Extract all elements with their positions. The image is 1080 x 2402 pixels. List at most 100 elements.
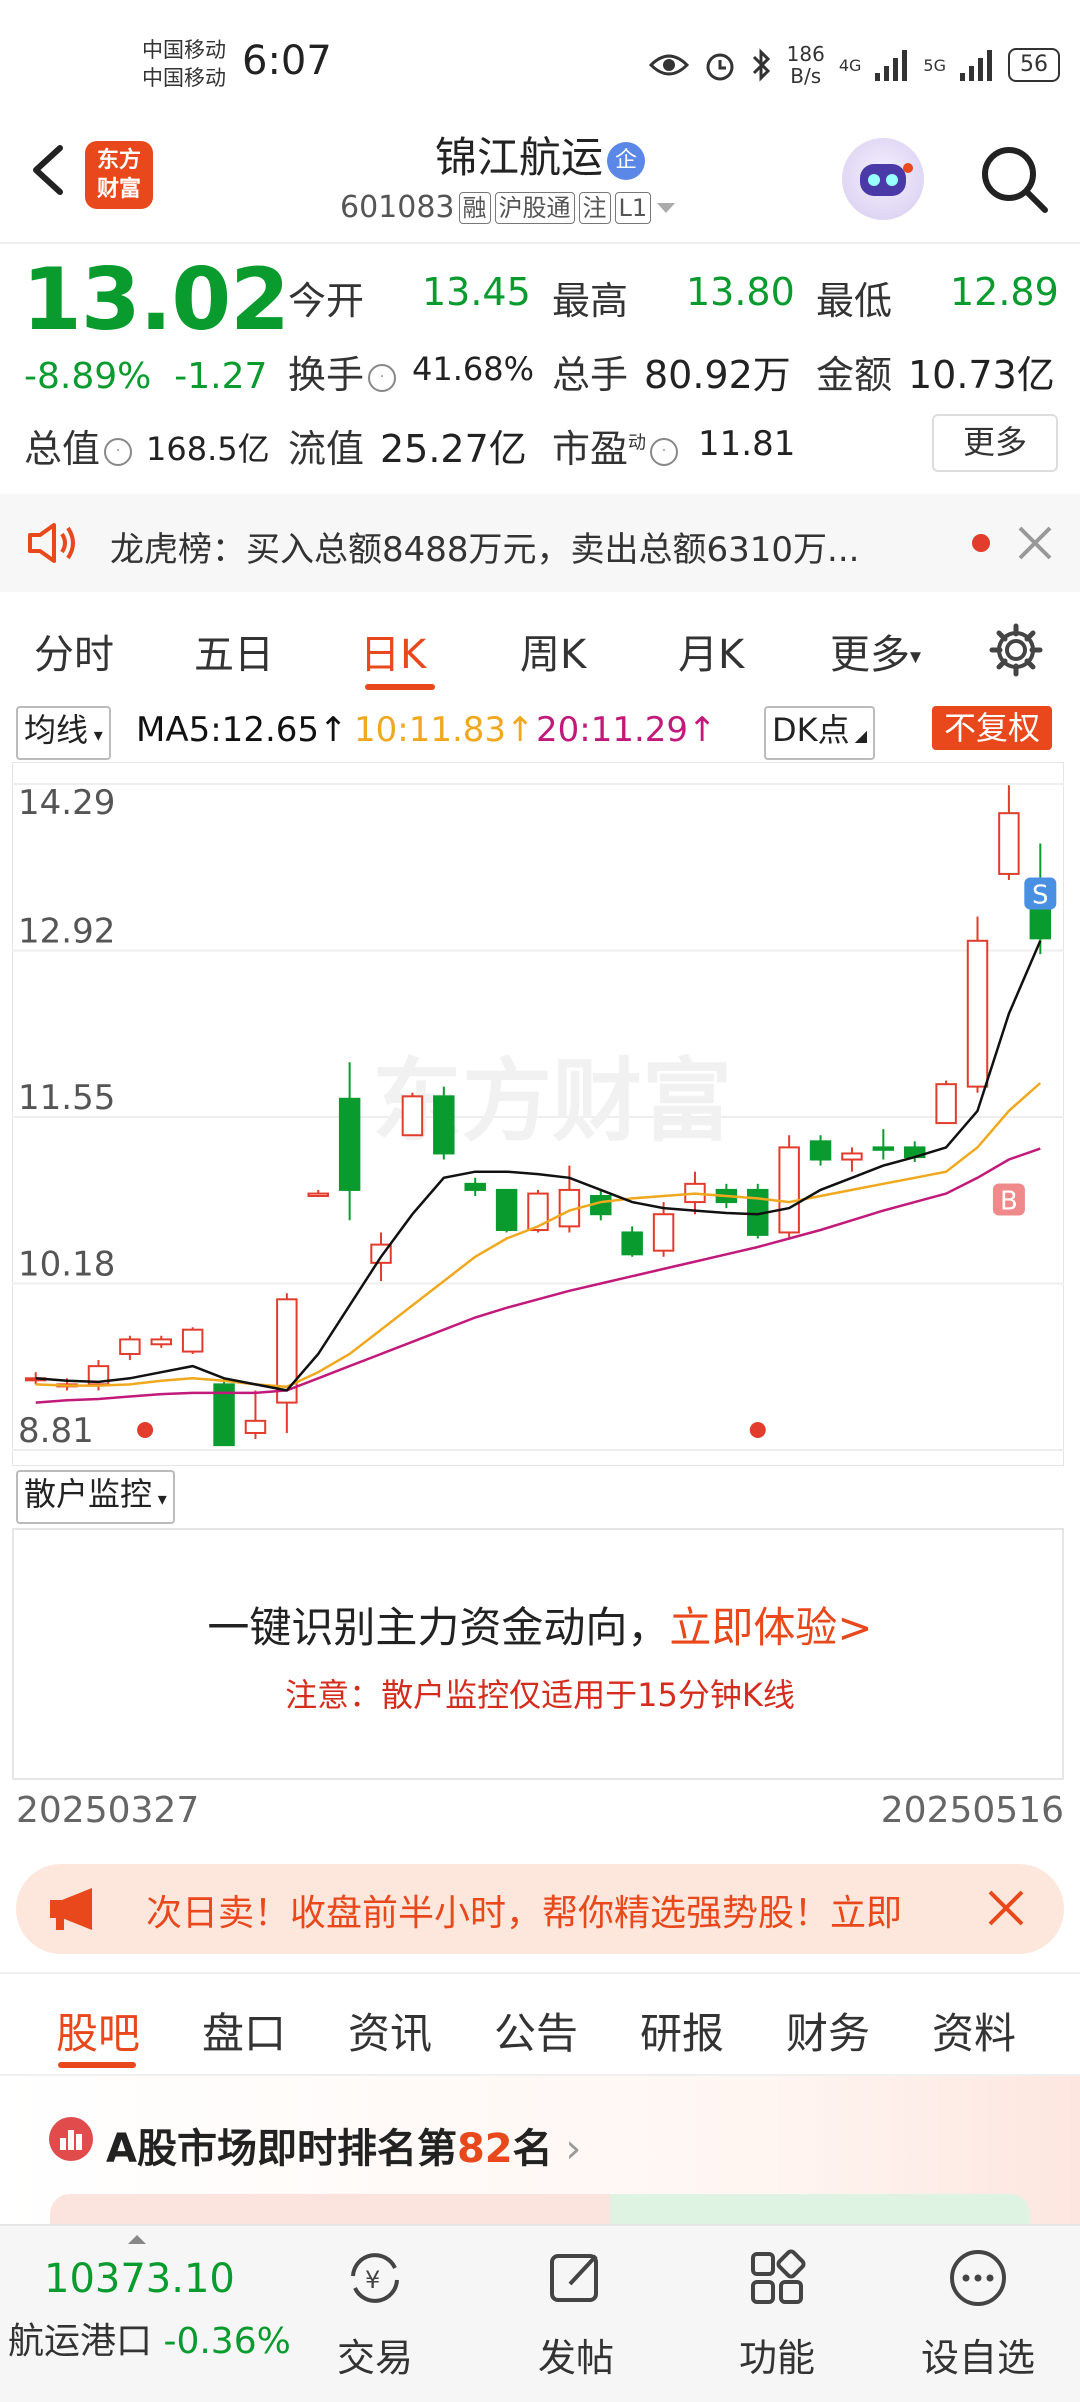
candle-body	[401, 1095, 424, 1137]
stock-code-row[interactable]: 601083 融 沪股通 注 L1	[340, 190, 677, 225]
candle-body	[778, 1146, 800, 1234]
candle-body	[150, 1338, 173, 1346]
trade-icon: ¥	[351, 2253, 399, 2303]
rank-bar-green	[610, 2194, 1030, 2226]
rank-text: A股市场即时排名第82名 ›	[106, 2126, 582, 2172]
tab-profile[interactable]: 资料	[932, 2000, 1016, 2061]
dragon-tiger-notice[interactable]: 龙虎榜：买入总额8488万元，卖出总额6310万...	[0, 494, 1080, 592]
tag-registered: 注	[578, 191, 611, 224]
signal-icon-2	[960, 50, 992, 81]
more-button[interactable]: 更多	[932, 414, 1058, 472]
tab-weekly-k[interactable]: 周K	[520, 622, 586, 680]
mktcap-label: 总值 ·	[24, 418, 136, 473]
candle-body	[119, 1338, 141, 1355]
tag-level1: L1	[614, 191, 652, 224]
carrier-1: 中国移动	[142, 38, 226, 62]
try-now-link[interactable]: 立即体验>	[669, 1603, 872, 1652]
net-type-1: 4G	[838, 55, 862, 75]
status-icons: 186 B/s 4G 5G 56	[648, 40, 1060, 90]
candle-body	[966, 939, 989, 1088]
candle-body	[841, 1152, 863, 1161]
info-eye-icon[interactable]: ·	[104, 437, 133, 466]
info-eye-icon[interactable]: ·	[650, 437, 679, 466]
tab-more[interactable]: 更多▾	[830, 622, 921, 680]
ma-selector[interactable]: 均线 ▾	[16, 706, 111, 760]
tab-research[interactable]: 研报	[640, 2000, 724, 2061]
tab-intraday[interactable]: 分时	[34, 622, 114, 680]
close-icon[interactable]	[986, 1888, 1026, 1928]
sell-marker: S	[1024, 877, 1057, 911]
tab-five-day[interactable]: 五日	[194, 622, 274, 680]
tab-financials[interactable]: 财务	[786, 2000, 870, 2061]
ma20-label: 20:11.29↑	[536, 710, 717, 750]
index-value[interactable]: 10373.10	[44, 2256, 235, 2302]
retail-monitor-panel: 一键识别主力资金动向，立即体验> 注意：散户监控仅适用于15分钟K线	[12, 1528, 1064, 1780]
stock-code: 601083	[340, 190, 455, 225]
more-dots-icon	[950, 2250, 1006, 2306]
carrier-2: 中国移动	[142, 66, 226, 90]
monitor-promo-text: 一键识别主力资金动向，立即体验>	[207, 1603, 873, 1652]
low-label: 最低	[816, 279, 893, 323]
sell-marker-label: S	[1032, 881, 1049, 911]
dk-point-selector[interactable]: DK点 ◢	[764, 706, 876, 760]
mktcap-value: 168.5亿	[146, 430, 270, 468]
tab-announcements[interactable]: 公告	[494, 2000, 578, 2061]
nav-functions[interactable]: 功能	[707, 2246, 847, 2382]
close-icon[interactable]	[1016, 524, 1054, 562]
volume-value: 80.92万	[644, 353, 791, 397]
amount-label: 金额	[816, 353, 893, 397]
retail-monitor-selector[interactable]: 散户监控 ▾	[16, 1470, 175, 1524]
open-value: 13.45	[422, 270, 531, 314]
index-name[interactable]: 航运港口 -0.36%	[8, 2312, 291, 2364]
low-value: 12.89	[950, 270, 1059, 314]
robot-assistant-icon[interactable]	[842, 138, 924, 220]
indicator-row: 均线 ▾ MA5:12.65↑ 10:11.83↑ 20:11.29↑ DK点 …	[0, 704, 1080, 760]
battery-icon: 56	[1008, 48, 1060, 82]
nav-post[interactable]: 发帖	[506, 2246, 646, 2382]
tab-news[interactable]: 资讯	[348, 2000, 432, 2061]
volume-label: 总手	[552, 353, 629, 397]
rank-bar-red	[50, 2194, 610, 2226]
nav-add-watchlist[interactable]: 设自选	[908, 2246, 1048, 2382]
y-tick-label: 12.92	[18, 912, 115, 952]
signal-dot	[749, 1422, 766, 1438]
net-type-2: 5G	[923, 55, 946, 75]
candle-body	[307, 1192, 329, 1197]
candle-body	[464, 1182, 486, 1191]
pe-value: 11.81	[698, 424, 796, 464]
candlestick-chart[interactable]: 东方财富 14.29 12.92 11.55 10.18 8.81 S B	[12, 762, 1064, 1466]
ranking-icon	[49, 2117, 93, 2161]
search-icon[interactable]	[975, 140, 1051, 216]
enterprise-badge: 企	[607, 141, 645, 180]
dropdown-triangle-icon	[657, 202, 676, 213]
info-eye-icon[interactable]: ·	[368, 363, 397, 392]
high-label: 最高	[552, 279, 629, 323]
buy-marker: B	[992, 1183, 1025, 1217]
notice-text: 龙虎榜：买入总额8488万元，卖出总额6310万...	[110, 530, 860, 570]
rank-banner[interactable]: A股市场即时排名第82名 ›	[0, 2076, 1080, 2226]
candle-body	[433, 1095, 455, 1155]
alarm-icon	[706, 53, 734, 81]
y-tick-label: 8.81	[18, 1411, 94, 1451]
bottom-navigation: 10373.10 航运港口 -0.36% ¥ 交易 发帖 功能 设自选	[0, 2224, 1080, 2402]
chart-period-tabs: 分时 五日 日K 周K 月K 更多▾	[0, 610, 1080, 694]
candle-body	[621, 1231, 643, 1256]
tab-daily-k[interactable]: 日K	[360, 622, 426, 680]
signal-icon	[875, 50, 908, 81]
active-tab-indicator	[365, 684, 435, 690]
tab-order-book[interactable]: 盘口	[202, 2000, 286, 2061]
speaker-icon	[28, 523, 75, 563]
edit-icon	[550, 2254, 598, 2302]
content-tabs: 股吧 盘口 资讯 公告 研报 财务 资料	[0, 1972, 1080, 2076]
candle-body	[998, 812, 1020, 875]
monitor-note: 注意：散户监控仅适用于15分钟K线	[285, 1676, 795, 1714]
adjust-toggle[interactable]: 不复权	[932, 706, 1053, 750]
nav-trade[interactable]: ¥ 交易	[305, 2246, 445, 2382]
tag-hk-connect: 沪股通	[494, 191, 575, 224]
start-date: 20250327	[16, 1790, 200, 1831]
tab-guba[interactable]: 股吧	[56, 2000, 140, 2061]
gear-icon[interactable]	[988, 622, 1044, 678]
promo-banner[interactable]: 次日卖！收盘前半小时，帮你精选强势股！立即	[16, 1864, 1064, 1954]
expand-up-icon[interactable]	[126, 2232, 148, 2246]
tab-monthly-k[interactable]: 月K	[678, 622, 744, 680]
